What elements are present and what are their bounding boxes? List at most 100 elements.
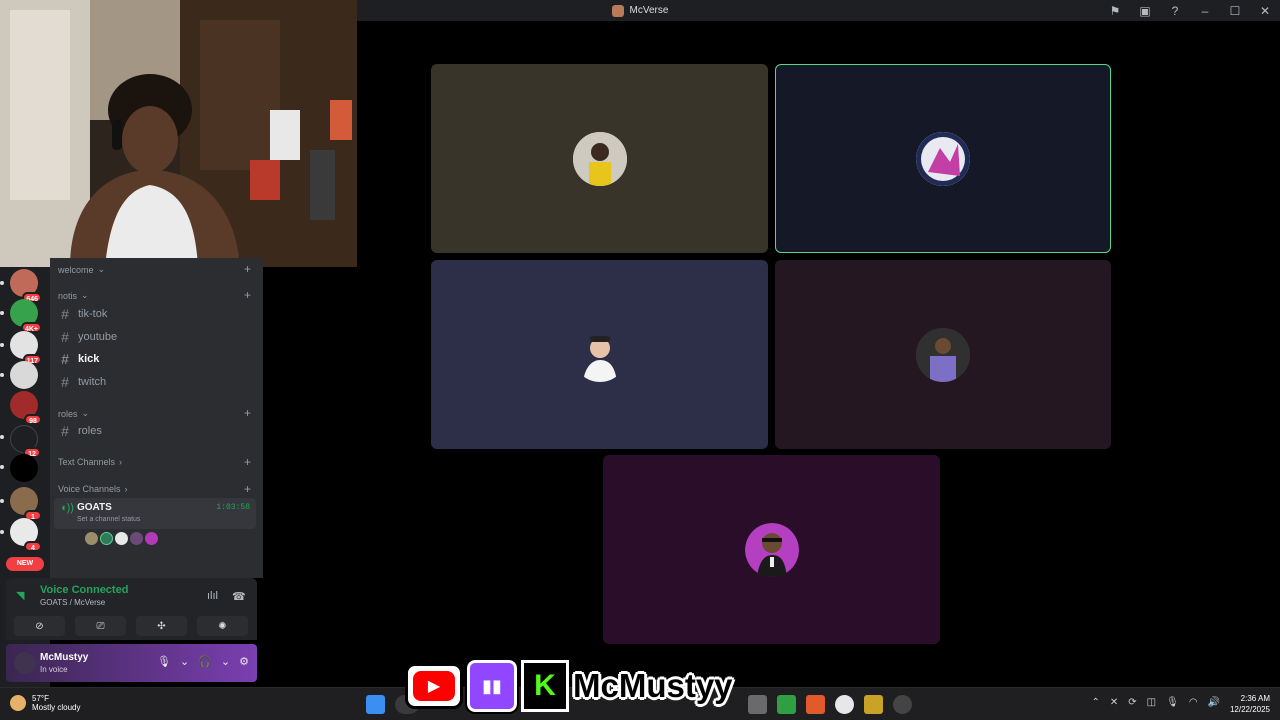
participant-avatar[interactable] — [85, 532, 98, 545]
user-panel: McMustyy In voice 🎙 ⌄ 🎧 ⌄ ⚙ — [6, 644, 257, 682]
microphone-icon[interactable]: 🎙 — [1166, 697, 1179, 708]
disconnect-icon[interactable]: ☎ — [232, 590, 246, 603]
headphones-icon[interactable]: 🎧 — [198, 655, 212, 668]
channel-status-prompt[interactable]: Set a channel status — [77, 516, 140, 523]
minimize-button[interactable]: – — [1198, 4, 1212, 18]
new-badge[interactable]: NEW — [6, 557, 44, 571]
inbox-icon[interactable]: ▣ — [1138, 4, 1152, 18]
noise-suppression-icon[interactable]: ılıl — [207, 590, 218, 602]
chevron-down-icon: ⌄ — [81, 290, 89, 300]
webcam-feed — [0, 0, 357, 267]
clock-date: 12/22/2025 — [1229, 705, 1270, 714]
participant-avatar[interactable] — [145, 532, 158, 545]
participant-avatar[interactable] — [100, 532, 113, 545]
voice-connected-label: Voice Connected — [40, 584, 129, 596]
speaker-icon: ◖)) — [60, 502, 74, 514]
app-icon[interactable] — [806, 695, 825, 714]
voice-timer: 1:03:58 — [216, 503, 250, 512]
unread-pip — [0, 465, 4, 469]
screen-share-button[interactable]: ⎚ — [75, 616, 126, 636]
tray-icon[interactable]: ◫ — [1147, 697, 1156, 708]
server-icon-2[interactable]: 4K+ — [10, 299, 42, 333]
add-channel-button[interactable]: + — [244, 406, 251, 420]
voice-location[interactable]: GOATS / McVerse — [40, 598, 105, 607]
server-icon-5[interactable]: 98 — [10, 391, 42, 425]
clock-time: 2:36 AM — [1240, 694, 1270, 703]
window-title-group: McVerse — [611, 4, 669, 17]
start-icon[interactable] — [366, 695, 385, 714]
add-channel-button[interactable]: + — [244, 288, 251, 302]
chevron-down-icon: ⌄ — [81, 408, 90, 418]
maximize-button[interactable]: ☐ — [1228, 4, 1242, 18]
category-roles[interactable]: roles ⌄ — [58, 408, 89, 419]
category-notis[interactable]: notis ⌄ — [58, 290, 89, 301]
app-icon[interactable] — [777, 695, 796, 714]
category-text-channels[interactable]: Text Channels › — [58, 457, 122, 467]
gear-icon[interactable]: ⚙ — [239, 655, 249, 668]
chevron-up-icon[interactable]: ⌃ — [1091, 697, 1099, 708]
kick-icon: K — [521, 660, 569, 712]
hash-icon: # — [61, 329, 69, 345]
participant-avatar[interactable] — [130, 532, 143, 545]
avatar[interactable] — [14, 652, 36, 674]
youtube-icon: ▶ — [405, 663, 463, 709]
tray-icon[interactable]: ⟳ — [1128, 697, 1136, 708]
participant-tile-5[interactable] — [603, 455, 940, 644]
voice-actions: ⊘ ⎚ ✣ ✺ — [14, 616, 248, 636]
hash-icon: # — [61, 351, 69, 367]
category-voice-channels[interactable]: Voice Channels › — [58, 484, 128, 494]
server-icon-9[interactable]: 4 — [10, 518, 42, 552]
unread-badge: 4 — [24, 541, 42, 552]
unread-pip — [0, 311, 4, 315]
app-icon[interactable] — [748, 695, 767, 714]
participant-tile-4[interactable] — [775, 260, 1111, 449]
twitch-icon: ▮▮ — [465, 658, 519, 714]
participant-avatar[interactable] — [115, 532, 128, 545]
chrome-icon[interactable] — [835, 695, 854, 714]
wifi-icon[interactable]: ◠ — [1189, 697, 1198, 708]
unread-pip — [0, 373, 4, 377]
chevron-down-icon[interactable]: ⌄ — [180, 655, 189, 668]
app-icon[interactable] — [893, 695, 912, 714]
add-channel-button[interactable]: + — [244, 455, 251, 469]
tray-icon[interactable]: ✕ — [1110, 697, 1118, 708]
participant-tile-1[interactable] — [431, 64, 768, 253]
window-title: McVerse — [629, 5, 669, 16]
add-channel-button[interactable]: + — [244, 262, 251, 276]
help-icon[interactable]: ? — [1168, 4, 1182, 18]
chevron-down-icon[interactable]: ⌄ — [221, 655, 230, 668]
participant-tile-2-speaking[interactable] — [775, 64, 1111, 253]
system-tray: ⌃ ✕ ⟳ ◫ 🎙 ◠ 🔊 — [1091, 697, 1220, 708]
chevron-right-icon: › — [119, 457, 123, 467]
camera-off-button[interactable]: ⊘ — [14, 616, 65, 636]
server-icon-7[interactable] — [10, 454, 38, 482]
signal-icon[interactable]: ◥ — [16, 589, 24, 602]
category-welcome[interactable]: welcome ⌄ — [58, 264, 105, 275]
close-button[interactable]: ✕ — [1258, 4, 1272, 18]
weather-widget[interactable]: 57°F Mostly cloudy — [10, 694, 80, 712]
server-icon-4[interactable] — [10, 361, 38, 389]
app-icon[interactable] — [864, 695, 883, 714]
flag-icon[interactable]: ⚑ — [1108, 4, 1122, 18]
channel-twitch[interactable]: # twitch — [58, 372, 256, 392]
streamer-name: McMustyy — [573, 667, 733, 704]
soundboard-button[interactable]: ✺ — [197, 616, 248, 636]
participant-avatar — [744, 522, 799, 577]
channel-tik-tok[interactable]: # tik-tok — [58, 304, 256, 324]
clock[interactable]: 2:36 AM 12/22/2025 — [1230, 693, 1270, 715]
participant-tile-3[interactable] — [431, 260, 768, 449]
server-icon-1[interactable]: 646 — [10, 269, 42, 303]
channel-youtube[interactable]: # youtube — [58, 327, 256, 347]
voice-channel-goats[interactable]: ◖)) GOATS 1:03:58 Set a channel status — [54, 498, 256, 529]
webcam-overlay — [0, 0, 357, 267]
activities-button[interactable]: ✣ — [136, 616, 187, 636]
microphone-icon[interactable]: 🎙 — [157, 655, 171, 668]
server-icon-3[interactable]: 117 — [10, 331, 42, 365]
server-icon-6[interactable]: 12 — [10, 425, 41, 458]
add-channel-button[interactable]: + — [244, 482, 251, 496]
channel-roles[interactable]: # roles — [58, 421, 256, 441]
volume-icon[interactable]: 🔊 — [1208, 697, 1220, 708]
username[interactable]: McMustyy — [40, 652, 88, 663]
channel-kick[interactable]: # kick — [58, 349, 256, 369]
server-icon-8[interactable]: 1 — [10, 487, 42, 521]
